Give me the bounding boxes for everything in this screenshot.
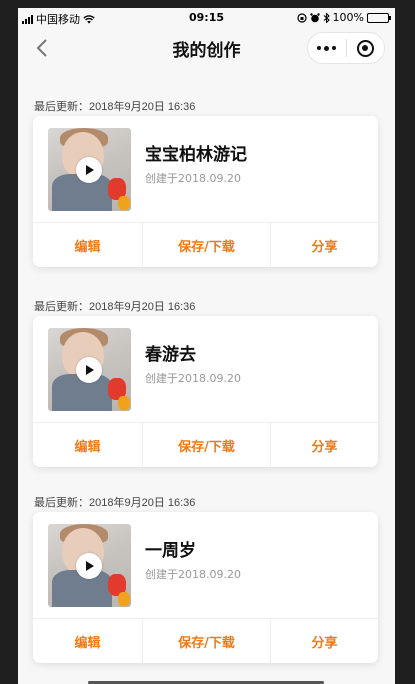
last-updated-label: 最后更新：2018年9月20日 16:36 (34, 497, 196, 509)
card-actions: 编辑 保存/下载 分享 (33, 222, 378, 267)
status-bar: 中国移动 09:15 100% (18, 8, 395, 28)
miniprogram-capsule (307, 32, 385, 64)
share-button[interactable]: 分享 (271, 223, 378, 267)
play-icon[interactable] (76, 357, 102, 383)
work-card[interactable]: 宝宝柏林游记 创建于2018.09.20 编辑 保存/下载 分享 (33, 116, 378, 267)
work-title: 春游去 (145, 345, 196, 365)
battery-icon (367, 12, 391, 23)
work-card[interactable]: 一周岁 创建于2018.09.20 编辑 保存/下载 分享 (33, 512, 378, 663)
save-download-button[interactable]: 保存/下载 (143, 423, 271, 467)
battery-percent: 100% (332, 11, 364, 24)
lock-rotation-icon (296, 12, 307, 23)
edit-button[interactable]: 编辑 (33, 423, 143, 467)
work-title: 宝宝柏林游记 (145, 145, 247, 165)
edit-button[interactable]: 编辑 (33, 223, 143, 267)
phone-screen: 中国移动 09:15 100% 我的创作 最后更新：2018年9月20日 16:… (18, 8, 395, 684)
card-actions: 编辑 保存/下载 分享 (33, 618, 378, 663)
created-date: 创建于2018.09.20 (145, 172, 241, 185)
more-button[interactable] (308, 33, 346, 63)
video-thumbnail[interactable] (48, 128, 131, 211)
save-download-button[interactable]: 保存/下载 (143, 619, 271, 663)
edit-button[interactable]: 编辑 (33, 619, 143, 663)
video-thumbnail[interactable] (48, 524, 131, 607)
navigation-bar: 我的创作 (18, 28, 395, 68)
video-thumbnail[interactable] (48, 328, 131, 411)
work-card[interactable]: 春游去 创建于2018.09.20 编辑 保存/下载 分享 (33, 316, 378, 467)
play-icon[interactable] (76, 553, 102, 579)
bluetooth-icon (323, 12, 330, 23)
save-download-button[interactable]: 保存/下载 (143, 223, 271, 267)
card-actions: 编辑 保存/下载 分享 (33, 422, 378, 467)
close-button[interactable] (346, 33, 384, 63)
work-title: 一周岁 (145, 541, 196, 561)
last-updated-label: 最后更新：2018年9月20日 16:36 (34, 301, 196, 313)
share-button[interactable]: 分享 (271, 423, 378, 467)
last-updated-label: 最后更新：2018年9月20日 16:36 (34, 101, 196, 113)
target-close-icon (356, 39, 374, 57)
play-icon[interactable] (76, 157, 102, 183)
status-right: 100% (296, 11, 391, 24)
share-button[interactable]: 分享 (271, 619, 378, 663)
alarm-icon (309, 12, 320, 22)
more-dots-icon (317, 45, 337, 51)
created-date: 创建于2018.09.20 (145, 372, 241, 385)
created-date: 创建于2018.09.20 (145, 568, 241, 581)
